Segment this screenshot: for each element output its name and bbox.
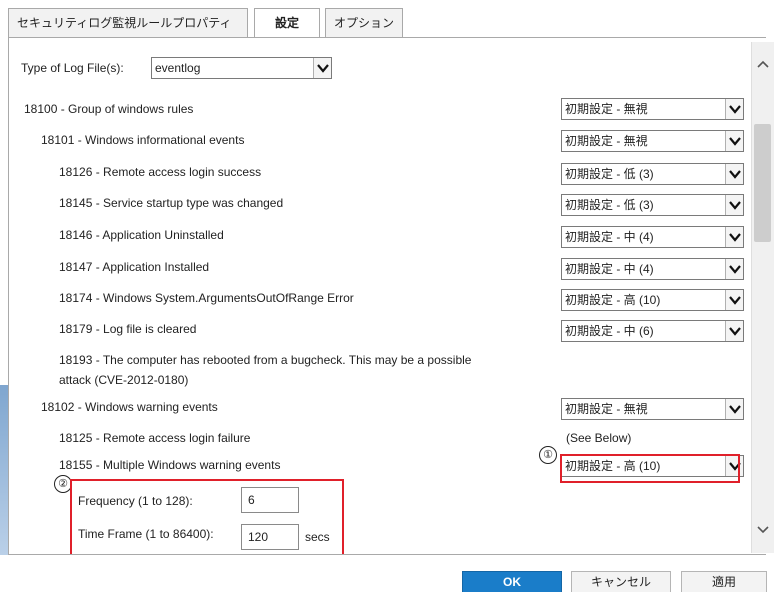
rule-18174-level-select[interactable]: 初期設定 - 高 (10) — [561, 289, 744, 311]
see-below-text: (See Below) — [566, 431, 632, 445]
level-value: 初期設定 - 低 (3) — [565, 167, 654, 181]
annotation-box-1 — [560, 454, 740, 483]
settings-panel: Type of Log File(s): eventlog 18100 - Gr… — [8, 37, 766, 555]
rule-18101: 18101 - Windows informational events — [41, 133, 245, 147]
tab-bar: セキュリティログ監視ルールプロパティ 設定 オプション — [0, 0, 774, 39]
level-value: 初期設定 - 中 (6) — [565, 324, 654, 338]
vertical-scrollbar[interactable] — [751, 42, 774, 553]
rule-18101-level-select[interactable]: 初期設定 - 無視 — [561, 130, 744, 152]
rule-18100: 18100 - Group of windows rules — [24, 102, 194, 116]
rule-18179-level-select[interactable]: 初期設定 - 中 (6) — [561, 320, 744, 342]
rule-18147-level-select[interactable]: 初期設定 - 中 (4) — [561, 258, 744, 280]
level-value: 初期設定 - 中 (4) — [565, 262, 654, 276]
cancel-button[interactable]: キャンセル — [571, 571, 671, 592]
rule-18179: 18179 - Log file is cleared — [59, 322, 197, 336]
chevron-down-icon — [725, 164, 743, 184]
tab-settings[interactable]: 設定 — [254, 8, 320, 39]
level-value: 初期設定 - 無視 — [565, 134, 648, 148]
chevron-down-icon — [313, 58, 331, 78]
time-frame-unit: secs — [305, 530, 330, 544]
dialog-footer: OK キャンセル 適用 — [0, 555, 774, 592]
rule-18145-level-select[interactable]: 初期設定 - 低 (3) — [561, 194, 744, 216]
ok-button[interactable]: OK — [462, 571, 562, 592]
tab-options[interactable]: オプション — [325, 8, 403, 38]
apply-button[interactable]: 適用 — [681, 571, 767, 592]
frequency-input[interactable]: 6 — [241, 487, 299, 513]
log-type-value: eventlog — [155, 61, 201, 75]
rule-18125: 18125 - Remote access login failure — [59, 431, 251, 445]
chevron-down-icon — [725, 131, 743, 151]
scrollbar-thumb[interactable] — [754, 124, 771, 242]
rule-18102-level-select[interactable]: 初期設定 - 無視 — [561, 398, 744, 420]
rule-18146: 18146 - Application Uninstalled — [59, 228, 224, 242]
rule-18174: 18174 - Windows System.ArgumentsOutOfRan… — [59, 291, 354, 305]
rule-18102: 18102 - Windows warning events — [41, 400, 218, 414]
level-value: 初期設定 - 低 (3) — [565, 198, 654, 212]
time-frame-label: Time Frame (1 to 86400): — [78, 527, 214, 541]
rule-18155: 18155 - Multiple Windows warning events — [59, 458, 281, 472]
log-type-label: Type of Log File(s): — [21, 61, 124, 75]
frequency-label: Frequency (1 to 128): — [78, 494, 193, 508]
chevron-down-icon — [725, 399, 743, 419]
level-value: 初期設定 - 高 (10) — [565, 293, 661, 307]
annotation-marker-1: ① — [539, 446, 557, 464]
rule-18147: 18147 - Application Installed — [59, 260, 210, 274]
rule-18193-continued: attack (CVE-2012-0180) — [59, 373, 189, 387]
level-value: 初期設定 - 中 (4) — [565, 230, 654, 244]
chevron-down-icon — [725, 227, 743, 247]
level-value: 初期設定 - 無視 — [565, 102, 648, 116]
level-value: 初期設定 - 無視 — [565, 402, 648, 416]
chevron-down-icon — [725, 195, 743, 215]
chevron-down-icon — [725, 290, 743, 310]
chevron-down-icon — [725, 321, 743, 341]
log-type-select[interactable]: eventlog — [151, 57, 332, 79]
tab-security-log-rule-properties[interactable]: セキュリティログ監視ルールプロパティ — [8, 8, 248, 38]
chevron-down-icon[interactable] — [756, 522, 770, 536]
rule-18145: 18145 - Service startup type was changed — [59, 196, 284, 210]
rule-18146-level-select[interactable]: 初期設定 - 中 (4) — [561, 226, 744, 248]
rule-18126-level-select[interactable]: 初期設定 - 低 (3) — [561, 163, 744, 185]
chevron-up-icon[interactable] — [756, 58, 770, 72]
chevron-down-icon — [725, 259, 743, 279]
time-frame-input[interactable]: 120 — [241, 524, 299, 550]
chevron-down-icon — [725, 99, 743, 119]
rule-18126: 18126 - Remote access login success — [59, 165, 262, 179]
rule-18100-level-select[interactable]: 初期設定 - 無視 — [561, 98, 744, 120]
